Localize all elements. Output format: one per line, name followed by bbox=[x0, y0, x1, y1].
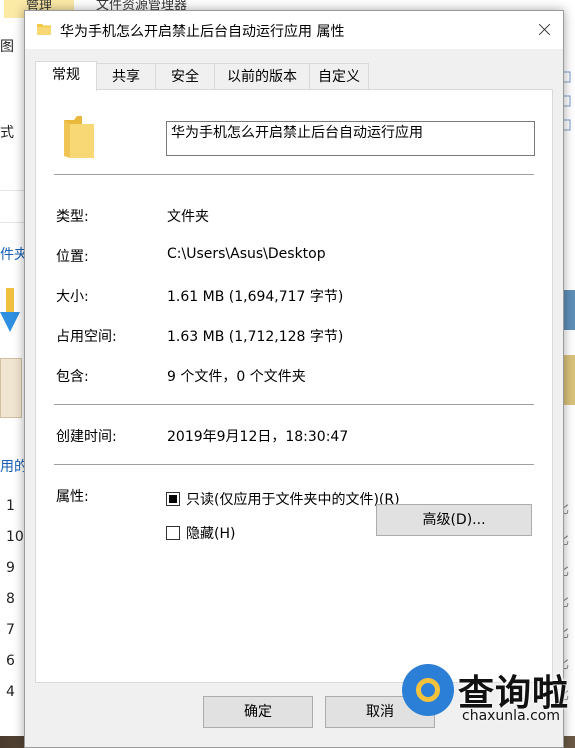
background-list-number: 7 bbox=[6, 622, 15, 638]
background-list-number: 6 bbox=[6, 653, 15, 669]
created-value: 2019年9月12日，18:30:47 bbox=[167, 429, 349, 445]
tab-security[interactable]: 安全 bbox=[155, 63, 215, 90]
readonly-checkbox-row[interactable]: 只读(仅应用于文件夹中的文件)(R) bbox=[166, 490, 400, 508]
attributes-label: 属性: bbox=[56, 489, 89, 505]
disk-size-label: 占用空间: bbox=[56, 329, 117, 345]
hidden-checkbox-row[interactable]: 隐藏(H) bbox=[166, 524, 235, 542]
tab-previous-versions[interactable]: 以前的版本 bbox=[214, 63, 310, 90]
location-label: 位置: bbox=[56, 249, 89, 265]
folder-icon bbox=[64, 116, 94, 158]
size-value: 1.61 MB (1,694,717 字节) bbox=[167, 289, 344, 305]
divider bbox=[54, 174, 534, 175]
properties-dialog: 华为手机怎么开启禁止后台自动运行应用 属性 常规 共享 安全 以前的版本 自定义… bbox=[24, 10, 564, 748]
dialog-titlebar[interactable]: 华为手机怎么开启禁止后台自动运行应用 属性 bbox=[25, 11, 563, 49]
background-ribbon-fragment: 图 bbox=[0, 39, 14, 55]
background-list-number: 4 bbox=[6, 684, 15, 700]
type-value: 文件夹 bbox=[167, 209, 209, 225]
contains-value: 9 个文件，0 个文件夹 bbox=[167, 369, 306, 385]
background-list-number: 8 bbox=[6, 591, 15, 607]
divider bbox=[54, 464, 534, 465]
hidden-checkbox[interactable] bbox=[166, 526, 180, 540]
tab-general[interactable]: 常规 bbox=[35, 61, 97, 91]
folder-name-input[interactable]: 华为手机怎么开启禁止后台自动运行应用 bbox=[166, 121, 535, 156]
watermark-url: chaxunla.com bbox=[462, 708, 560, 724]
location-value: C:\Users\Asus\Desktop bbox=[167, 246, 326, 262]
hidden-label: 隐藏(H) bbox=[186, 526, 236, 542]
background-list-number: 9 bbox=[6, 560, 15, 576]
dialog-title: 华为手机怎么开启禁止后台自动运行应用 属性 bbox=[60, 24, 345, 40]
type-label: 类型: bbox=[56, 209, 89, 225]
readonly-checkbox[interactable] bbox=[166, 492, 180, 506]
background-list-number: 10 bbox=[6, 529, 24, 545]
created-label: 创建时间: bbox=[56, 429, 117, 445]
folder-icon bbox=[37, 24, 51, 35]
divider bbox=[54, 404, 534, 405]
site-watermark: 查询啦 chaxunla.com bbox=[398, 660, 575, 730]
close-button[interactable] bbox=[527, 15, 561, 45]
tab-sharing[interactable]: 共享 bbox=[96, 63, 156, 90]
download-arrow-icon bbox=[0, 288, 20, 332]
background-separator bbox=[0, 190, 24, 191]
readonly-label: 只读(仅应用于文件夹中的文件)(R) bbox=[186, 492, 400, 508]
disk-size-value: 1.63 MB (1,712,128 字节) bbox=[167, 329, 344, 345]
background-list-number: 1 bbox=[6, 498, 15, 514]
background-ribbon-fragment: 式 bbox=[0, 125, 14, 141]
watermark-logo-ring bbox=[416, 678, 440, 702]
ok-button[interactable]: 确定 bbox=[203, 696, 313, 728]
advanced-button[interactable]: 高级(D)... bbox=[376, 504, 532, 536]
size-label: 大小: bbox=[56, 289, 89, 305]
background-thumbnail bbox=[0, 358, 22, 418]
background-separator bbox=[0, 222, 24, 223]
watermark-logo-icon bbox=[402, 664, 454, 716]
tab-customize[interactable]: 自定义 bbox=[309, 63, 369, 90]
general-tab-panel: 华为手机怎么开启禁止后台自动运行应用 类型: 文件夹 位置: C:\Users\… bbox=[35, 89, 553, 683]
contains-label: 包含: bbox=[56, 369, 89, 385]
